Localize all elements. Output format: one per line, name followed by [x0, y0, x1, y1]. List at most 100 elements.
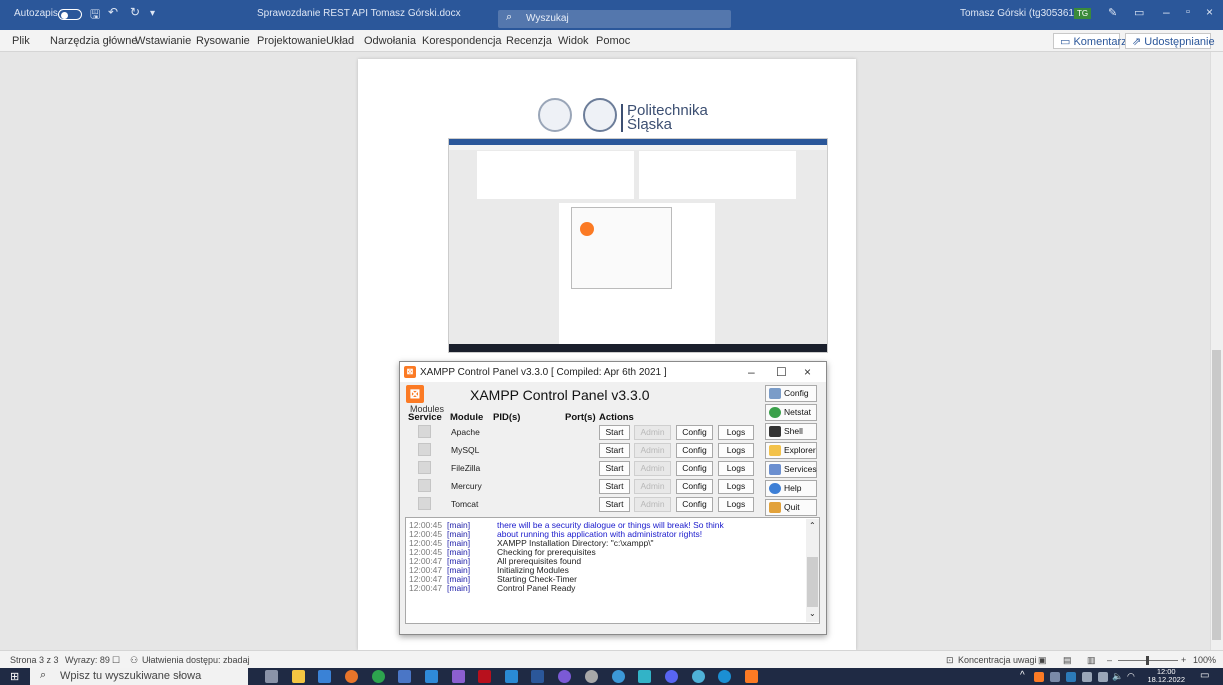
explorer-button[interactable]: Explorer — [765, 442, 817, 459]
logs-button[interactable]: Logs — [718, 479, 754, 494]
web-layout-icon[interactable]: ▥ — [1087, 655, 1096, 666]
service-checkbox[interactable] — [418, 443, 431, 456]
windows-start-icon[interactable]: ⊞ — [10, 670, 19, 683]
config-button[interactable]: Config — [676, 461, 713, 476]
focus-mode[interactable]: Koncentracja uwagi — [958, 655, 1037, 665]
zoom-in-icon[interactable]: + — [1181, 655, 1186, 665]
word-count[interactable]: Wyrazy: 89 — [65, 655, 110, 665]
minimize-icon[interactable]: – — [1163, 5, 1170, 19]
user-name[interactable]: Tomasz Górski (tg305361) — [960, 8, 1077, 19]
service-checkbox[interactable] — [418, 461, 431, 474]
scroll-up-icon[interactable]: ⌃ — [809, 521, 816, 530]
visual-studio-icon[interactable] — [452, 670, 465, 683]
wifi-icon[interactable]: ◠ — [1127, 671, 1135, 682]
tab-references[interactable]: Odwołania — [364, 35, 416, 47]
zoom-slider-thumb[interactable] — [1146, 656, 1149, 665]
close-icon[interactable]: × — [1206, 5, 1213, 19]
config-button[interactable]: Config — [676, 479, 713, 494]
taskbar-search[interactable]: ⌕ Wpisz tu wyszukiwane słowa — [30, 668, 248, 685]
xampp-window[interactable]: ⊠ XAMPP Control Panel v3.3.0 [ Compiled:… — [399, 361, 827, 635]
config-button[interactable]: Config — [676, 443, 713, 458]
tray-headset-icon[interactable] — [1082, 672, 1092, 682]
tray-battery-icon[interactable] — [1098, 672, 1108, 682]
avatar[interactable]: TG — [1074, 8, 1092, 19]
start-button[interactable]: Start — [599, 461, 630, 476]
logs-button[interactable]: Logs — [718, 425, 754, 440]
tab-plik[interactable]: Plik — [12, 35, 30, 47]
logs-button[interactable]: Logs — [718, 443, 754, 458]
messenger-icon[interactable] — [558, 670, 571, 683]
tray-chevron-icon[interactable]: ^ — [1020, 670, 1025, 681]
zoom-level[interactable]: 100% — [1193, 655, 1216, 665]
focus-icon[interactable]: ⊡ — [946, 655, 954, 666]
start-button[interactable]: Start — [599, 479, 630, 494]
service-checkbox[interactable] — [418, 479, 431, 492]
log-panel[interactable]: 12:00:45 [main] there will be a security d… — [405, 517, 820, 624]
chrome-icon[interactable] — [372, 670, 385, 683]
word-icon[interactable] — [531, 670, 544, 683]
edge-icon[interactable] — [718, 670, 731, 683]
maximize-icon[interactable]: ▫ — [1186, 6, 1190, 18]
document-title[interactable]: Sprawozdanie REST API Tomasz Górski.docx — [257, 8, 461, 19]
save-icon[interactable]: 🖫 — [90, 5, 100, 26]
service-checkbox[interactable] — [418, 425, 431, 438]
tab-view[interactable]: Widok — [558, 35, 589, 47]
notifications-icon[interactable]: ▭ — [1200, 670, 1209, 681]
discord-icon[interactable] — [665, 670, 678, 683]
log-scrollbar-thumb[interactable] — [807, 557, 818, 607]
customize-qat-icon[interactable]: ▾ — [150, 8, 155, 19]
quit-button[interactable]: Quit — [765, 499, 817, 516]
minimize-icon[interactable]: – — [748, 365, 755, 379]
app-blue-icon[interactable] — [612, 670, 625, 683]
tab-review[interactable]: Recenzja — [506, 35, 552, 47]
tab-layout[interactable]: Układ — [326, 35, 354, 47]
tray-app-icon[interactable] — [1050, 672, 1060, 682]
config-button[interactable]: Config — [676, 425, 713, 440]
logs-button[interactable]: Logs — [718, 461, 754, 476]
start-button[interactable]: Start — [599, 425, 630, 440]
store-icon[interactable] — [318, 670, 331, 683]
maximize-icon[interactable]: ☐ — [776, 365, 787, 379]
comments-button[interactable]: ▭ Komentarze — [1053, 33, 1133, 49]
tab-help[interactable]: Pomoc — [596, 35, 630, 47]
firefox-icon[interactable] — [345, 670, 358, 683]
xampp-taskbar-icon[interactable] — [745, 670, 758, 683]
tray-bluetooth-icon[interactable] — [1066, 672, 1076, 682]
zoom-out-icon[interactable]: – — [1107, 655, 1112, 665]
app-gray-icon[interactable] — [585, 670, 598, 683]
logs-button[interactable]: Logs — [718, 497, 754, 512]
ribbon-display-icon[interactable]: ▭ — [1134, 6, 1144, 19]
print-layout-icon[interactable]: ▤ — [1063, 655, 1072, 666]
tab-mailings[interactable]: Korespondencja — [422, 35, 502, 47]
accessibility-icon[interactable]: ⚇ — [130, 655, 138, 666]
log-scrollbar[interactable]: ⌃ ⌄ — [806, 519, 819, 622]
side-config-button[interactable]: Config — [765, 385, 817, 402]
taskbar-clock[interactable]: 12:00 18.12.2022 — [1147, 668, 1185, 684]
proofing-icon[interactable]: ☐ — [112, 655, 120, 666]
pen-icon[interactable]: ✎ — [1108, 6, 1117, 19]
close-icon[interactable]: × — [804, 365, 811, 379]
shell-button[interactable]: Shell — [765, 423, 817, 440]
vscode-icon[interactable] — [425, 670, 438, 683]
service-checkbox[interactable] — [418, 497, 431, 510]
tab-home[interactable]: Narzędzia główne — [50, 35, 137, 47]
page-indicator[interactable]: Strona 3 z 3 — [10, 655, 59, 665]
tab-design[interactable]: Projektowanie — [257, 35, 326, 47]
netstat-button[interactable]: Netstat — [765, 404, 817, 421]
file-explorer-icon[interactable] — [292, 670, 305, 683]
undo-icon[interactable]: ↶ — [108, 5, 118, 19]
scrollbar-thumb[interactable] — [1212, 350, 1221, 640]
app-teal-icon[interactable] — [638, 670, 651, 683]
volume-icon[interactable]: 🔈 — [1112, 671, 1123, 682]
task-view-icon[interactable] — [265, 670, 278, 683]
services-button[interactable]: Services — [765, 461, 817, 478]
read-mode-icon[interactable]: ▣ — [1038, 655, 1047, 666]
share-button[interactable]: ⇗ Udostępnianie — [1125, 33, 1215, 49]
tab-insert[interactable]: Wstawianie — [135, 35, 191, 47]
search-box[interactable]: ⌕ Wyszukaj — [498, 10, 731, 28]
accessibility-status[interactable]: Ułatwienia dostępu: zbadaj — [142, 655, 250, 665]
tab-draw[interactable]: Rysowanie — [196, 35, 250, 47]
config-button[interactable]: Config — [676, 497, 713, 512]
outlook-icon[interactable] — [505, 670, 518, 683]
scroll-down-icon[interactable]: ⌄ — [809, 609, 816, 618]
